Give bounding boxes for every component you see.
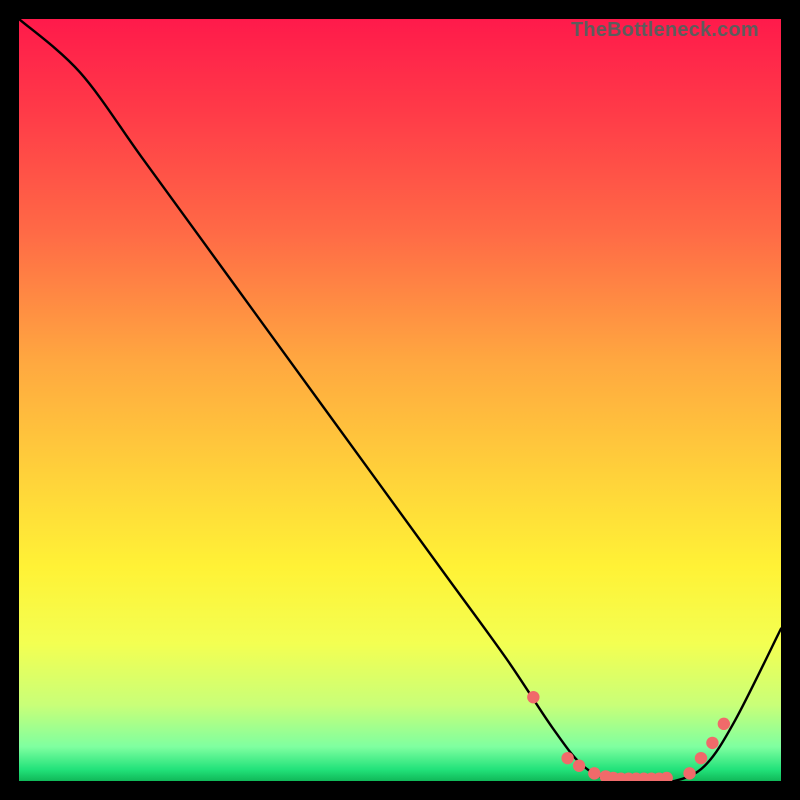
gradient-background: [19, 19, 781, 781]
marker-dot: [706, 737, 718, 749]
chart-frame: TheBottleneck.com: [19, 19, 781, 781]
marker-dot: [683, 767, 695, 779]
chart-canvas: [19, 19, 781, 781]
watermark-text: TheBottleneck.com: [571, 19, 759, 42]
marker-dot: [527, 691, 539, 703]
marker-dot: [561, 752, 573, 764]
marker-dot: [718, 718, 730, 730]
marker-dot: [573, 760, 585, 772]
marker-dot: [695, 752, 707, 764]
marker-dot: [588, 767, 600, 779]
